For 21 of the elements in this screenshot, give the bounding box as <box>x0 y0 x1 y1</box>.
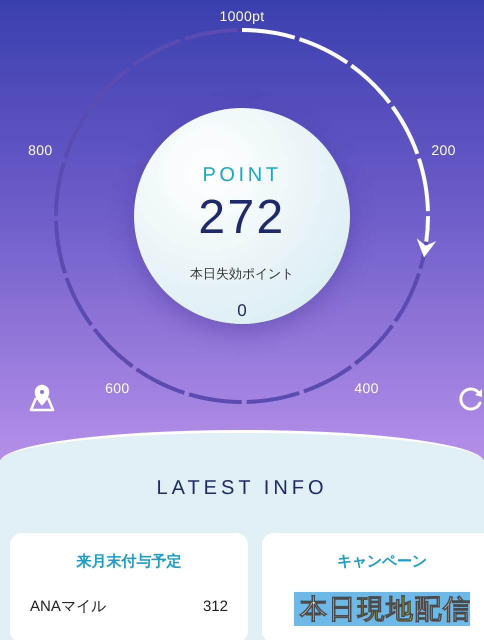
campaign-banner[interactable]: 本日現地配信 <box>294 592 470 626</box>
tick-label: 400 <box>353 378 380 398</box>
tick-label: 200 <box>430 141 457 160</box>
expiring-value: 0 <box>237 300 247 322</box>
info-card[interactable]: 来月末付与予定 ANAマイル 312 <box>10 533 248 640</box>
refresh-icon[interactable] <box>458 386 484 412</box>
banner-text: 本日 <box>300 592 358 626</box>
row-value: 312 <box>202 596 228 616</box>
tick-label: 1000pt <box>218 7 266 26</box>
card-title: キャンペーン <box>336 552 428 572</box>
banner-text: 現地 <box>357 592 414 626</box>
point-label: POINT <box>202 163 282 188</box>
info-card[interactable]: キャンペーン 本日現地配信 <box>262 533 484 640</box>
tick-label: 600 <box>104 378 131 398</box>
card-title: 来月末付与予定 <box>75 552 182 572</box>
point-value: 272 <box>198 194 286 242</box>
row-name: ANAマイル <box>30 596 106 616</box>
tick-label: 800 <box>27 141 54 160</box>
section-title: LATEST INFO <box>155 476 329 501</box>
expiring-label: 本日失効ポイント <box>190 265 294 283</box>
banner-text: 配信 <box>414 592 472 626</box>
